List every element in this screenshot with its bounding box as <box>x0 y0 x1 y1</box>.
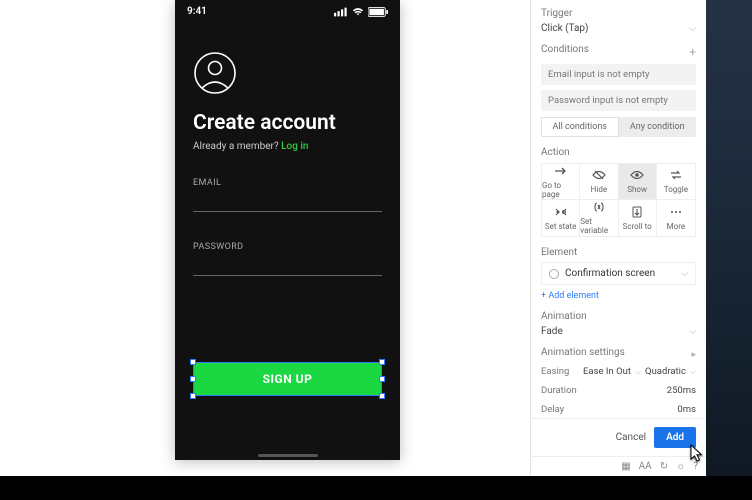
cancel-button[interactable]: Cancel <box>616 432 646 443</box>
action-setvar[interactable]: Set variable <box>580 200 618 236</box>
status-time: 9:41 <box>187 6 207 17</box>
add-condition-icon[interactable]: + <box>689 46 696 58</box>
signup-selection[interactable]: SIGN UP <box>193 362 382 396</box>
trigger-value: Click (Tap) <box>541 23 589 34</box>
email-field-group: EMAIL <box>193 178 382 212</box>
password-label: PASSWORD <box>193 242 382 252</box>
chevron-down-icon: ⌵ <box>689 327 696 337</box>
action-more[interactable]: More <box>657 200 695 236</box>
add-button[interactable]: Add <box>654 427 696 448</box>
status-bar: 9:41 <box>175 0 400 23</box>
anim-settings-label: Animation settings <box>541 347 625 358</box>
interaction-panel: Trigger Click (Tap) ⌵ Conditions + Email… <box>530 0 706 476</box>
history-icon[interactable]: ↻ <box>660 461 668 472</box>
add-element-link[interactable]: + Add element <box>541 291 696 301</box>
duration-row[interactable]: Duration 250ms <box>541 381 696 400</box>
password-input[interactable] <box>193 256 382 276</box>
avatar-icon <box>193 51 237 95</box>
status-icons <box>334 7 388 17</box>
delay-value: 0ms <box>677 404 696 415</box>
action-hide[interactable]: Hide <box>580 164 618 200</box>
element-section-label: Element <box>541 247 696 258</box>
action-show[interactable]: Show <box>619 164 657 200</box>
easing-row[interactable]: Easing Ease In Out⌵ Quadratic⌵ <box>541 362 696 381</box>
easing-label: Easing <box>541 366 569 377</box>
action-scrollto[interactable]: Scroll to <box>619 200 657 236</box>
wifi-icon <box>352 7 364 17</box>
trigger-dropdown[interactable]: Click (Tap) ⌵ <box>541 23 696 34</box>
chevron-down-icon: ⌵ <box>689 24 696 34</box>
duration-label: Duration <box>541 385 577 396</box>
subtitle: Already a member? Log in <box>193 141 382 152</box>
home-indicator <box>258 454 318 457</box>
delay-row[interactable]: Delay 0ms <box>541 400 696 418</box>
email-label: EMAIL <box>193 178 382 188</box>
condition-item[interactable]: Email input is not empty <box>541 64 696 85</box>
action-grid: Go to page Hide Show Toggle Set state Se… <box>541 163 696 237</box>
desktop-background <box>706 0 752 476</box>
action-section-label: Action <box>541 147 696 158</box>
animation-section-label: Animation <box>541 311 696 322</box>
resize-handle[interactable] <box>379 376 385 382</box>
easing-value: Ease In Out <box>583 366 631 377</box>
help-icon[interactable]: ? <box>693 461 698 472</box>
condition-item[interactable]: Password input is not empty <box>541 90 696 111</box>
chevron-right-icon[interactable]: ▸ <box>691 350 696 360</box>
signup-button[interactable]: SIGN UP <box>193 362 382 396</box>
conditions-section-label: Conditions <box>541 44 589 55</box>
battery-icon <box>368 7 388 17</box>
signup-label: SIGN UP <box>263 372 313 386</box>
easing-curve: Quadratic <box>645 366 686 377</box>
target-icon <box>549 269 559 279</box>
grid-toggle-icon[interactable]: ▦ <box>621 461 630 472</box>
animation-dropdown[interactable]: Fade ⌵ <box>541 326 696 337</box>
email-input[interactable] <box>193 192 382 212</box>
panel-footer: Cancel Add <box>531 418 706 456</box>
sun-icon[interactable]: ☼ <box>676 461 685 472</box>
page-title: Create account <box>193 111 382 135</box>
resize-handle[interactable] <box>190 393 196 399</box>
condition-mode-toggle[interactable]: All conditions Any condition <box>541 117 696 137</box>
design-canvas[interactable]: 9:41 Create account Already a member? Lo… <box>0 0 530 476</box>
action-toggle[interactable]: Toggle <box>657 164 695 200</box>
element-value: Confirmation screen <box>565 268 655 279</box>
resize-handle[interactable] <box>190 359 196 365</box>
duration-value: 250ms <box>667 385 696 396</box>
element-selector[interactable]: Confirmation screen ⌵ <box>541 262 696 285</box>
cond-all-option[interactable]: All conditions <box>541 117 619 137</box>
delay-label: Delay <box>541 404 564 415</box>
os-taskbar <box>0 476 752 500</box>
action-goto[interactable]: Go to page <box>542 164 580 200</box>
resize-handle[interactable] <box>379 393 385 399</box>
subtitle-text: Already a member? <box>193 141 281 152</box>
resize-handle[interactable] <box>190 376 196 382</box>
signal-icon <box>334 7 348 17</box>
resize-handle[interactable] <box>379 359 385 365</box>
login-link[interactable]: Log in <box>281 141 308 152</box>
text-size-icon[interactable]: AA <box>639 461 652 472</box>
trigger-section-label: Trigger <box>541 8 696 19</box>
mobile-mockup: 9:41 Create account Already a member? Lo… <box>175 0 400 460</box>
action-setstate[interactable]: Set state <box>542 200 580 236</box>
animation-value: Fade <box>541 326 563 337</box>
chevron-down-icon: ⌵ <box>681 269 688 279</box>
cond-any-option[interactable]: Any condition <box>619 117 697 137</box>
password-field-group: PASSWORD <box>193 242 382 276</box>
panel-utilbar: ▦ AA ↻ ☼ ? <box>531 456 706 476</box>
